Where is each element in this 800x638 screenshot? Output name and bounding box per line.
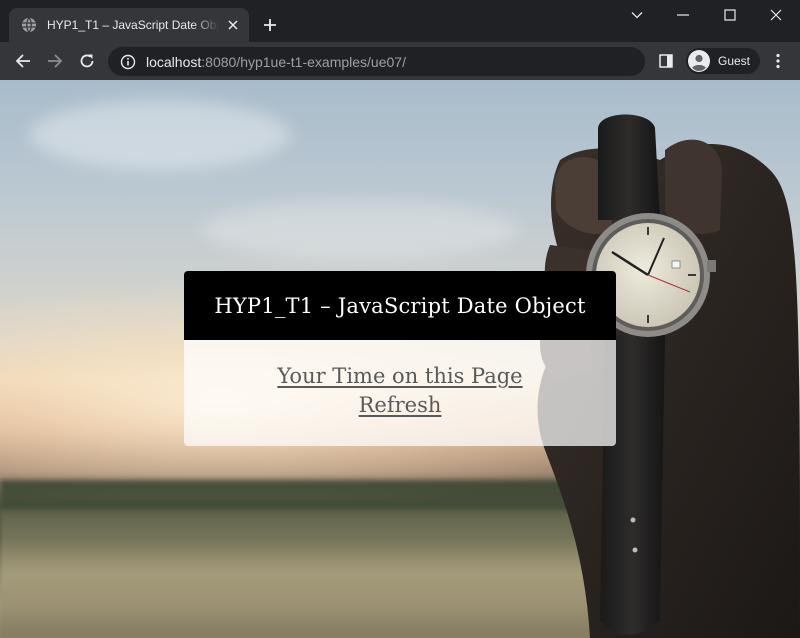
back-icon[interactable] [9, 47, 37, 75]
card-title: HYP1_T1 – JavaScript Date Object [184, 271, 616, 340]
address-bar[interactable]: localhost:8080/hyp1ue-t1-examples/ue07/ [108, 47, 645, 76]
close-icon[interactable] [225, 17, 241, 33]
globe-icon [21, 17, 37, 33]
time-on-page-link[interactable]: Your Time on this Page [277, 362, 522, 391]
url-path: :8080/hyp1ue-t1-examples/ue07/ [201, 53, 406, 70]
info-icon[interactable] [120, 54, 136, 70]
date-object-card: HYP1_T1 – JavaScript Date Object Your Ti… [184, 271, 616, 446]
tab-strip: HYP1_T1 – JavaScript Date Object [0, 0, 800, 42]
browser-window: HYP1_T1 – JavaScript Date Object localho… [0, 0, 800, 638]
side-panel-icon[interactable] [652, 47, 680, 75]
profile-button[interactable]: Guest [686, 48, 760, 74]
tab-title: HYP1_T1 – JavaScript Date Object [47, 18, 219, 32]
minimize-icon[interactable] [660, 0, 706, 30]
more-icon[interactable] [764, 47, 792, 75]
close-window-icon[interactable] [753, 0, 799, 30]
forward-icon[interactable] [41, 47, 69, 75]
toolbar: localhost:8080/hyp1ue-t1-examples/ue07/ … [0, 42, 800, 80]
tab-active[interactable]: HYP1_T1 – JavaScript Date Object [9, 8, 249, 42]
profile-label: Guest [718, 54, 751, 68]
maximize-icon[interactable] [707, 0, 753, 30]
refresh-link[interactable]: Refresh [359, 391, 442, 420]
card-body: Your Time on this Page Refresh [184, 340, 616, 446]
chevron-down-icon[interactable] [614, 0, 660, 30]
reload-icon[interactable] [73, 47, 101, 75]
url-host: localhost [146, 53, 202, 70]
page-viewport: HYP1_T1 – JavaScript Date Object Your Ti… [0, 80, 800, 638]
plus-icon[interactable] [260, 15, 280, 35]
guest-avatar-icon [688, 50, 710, 72]
